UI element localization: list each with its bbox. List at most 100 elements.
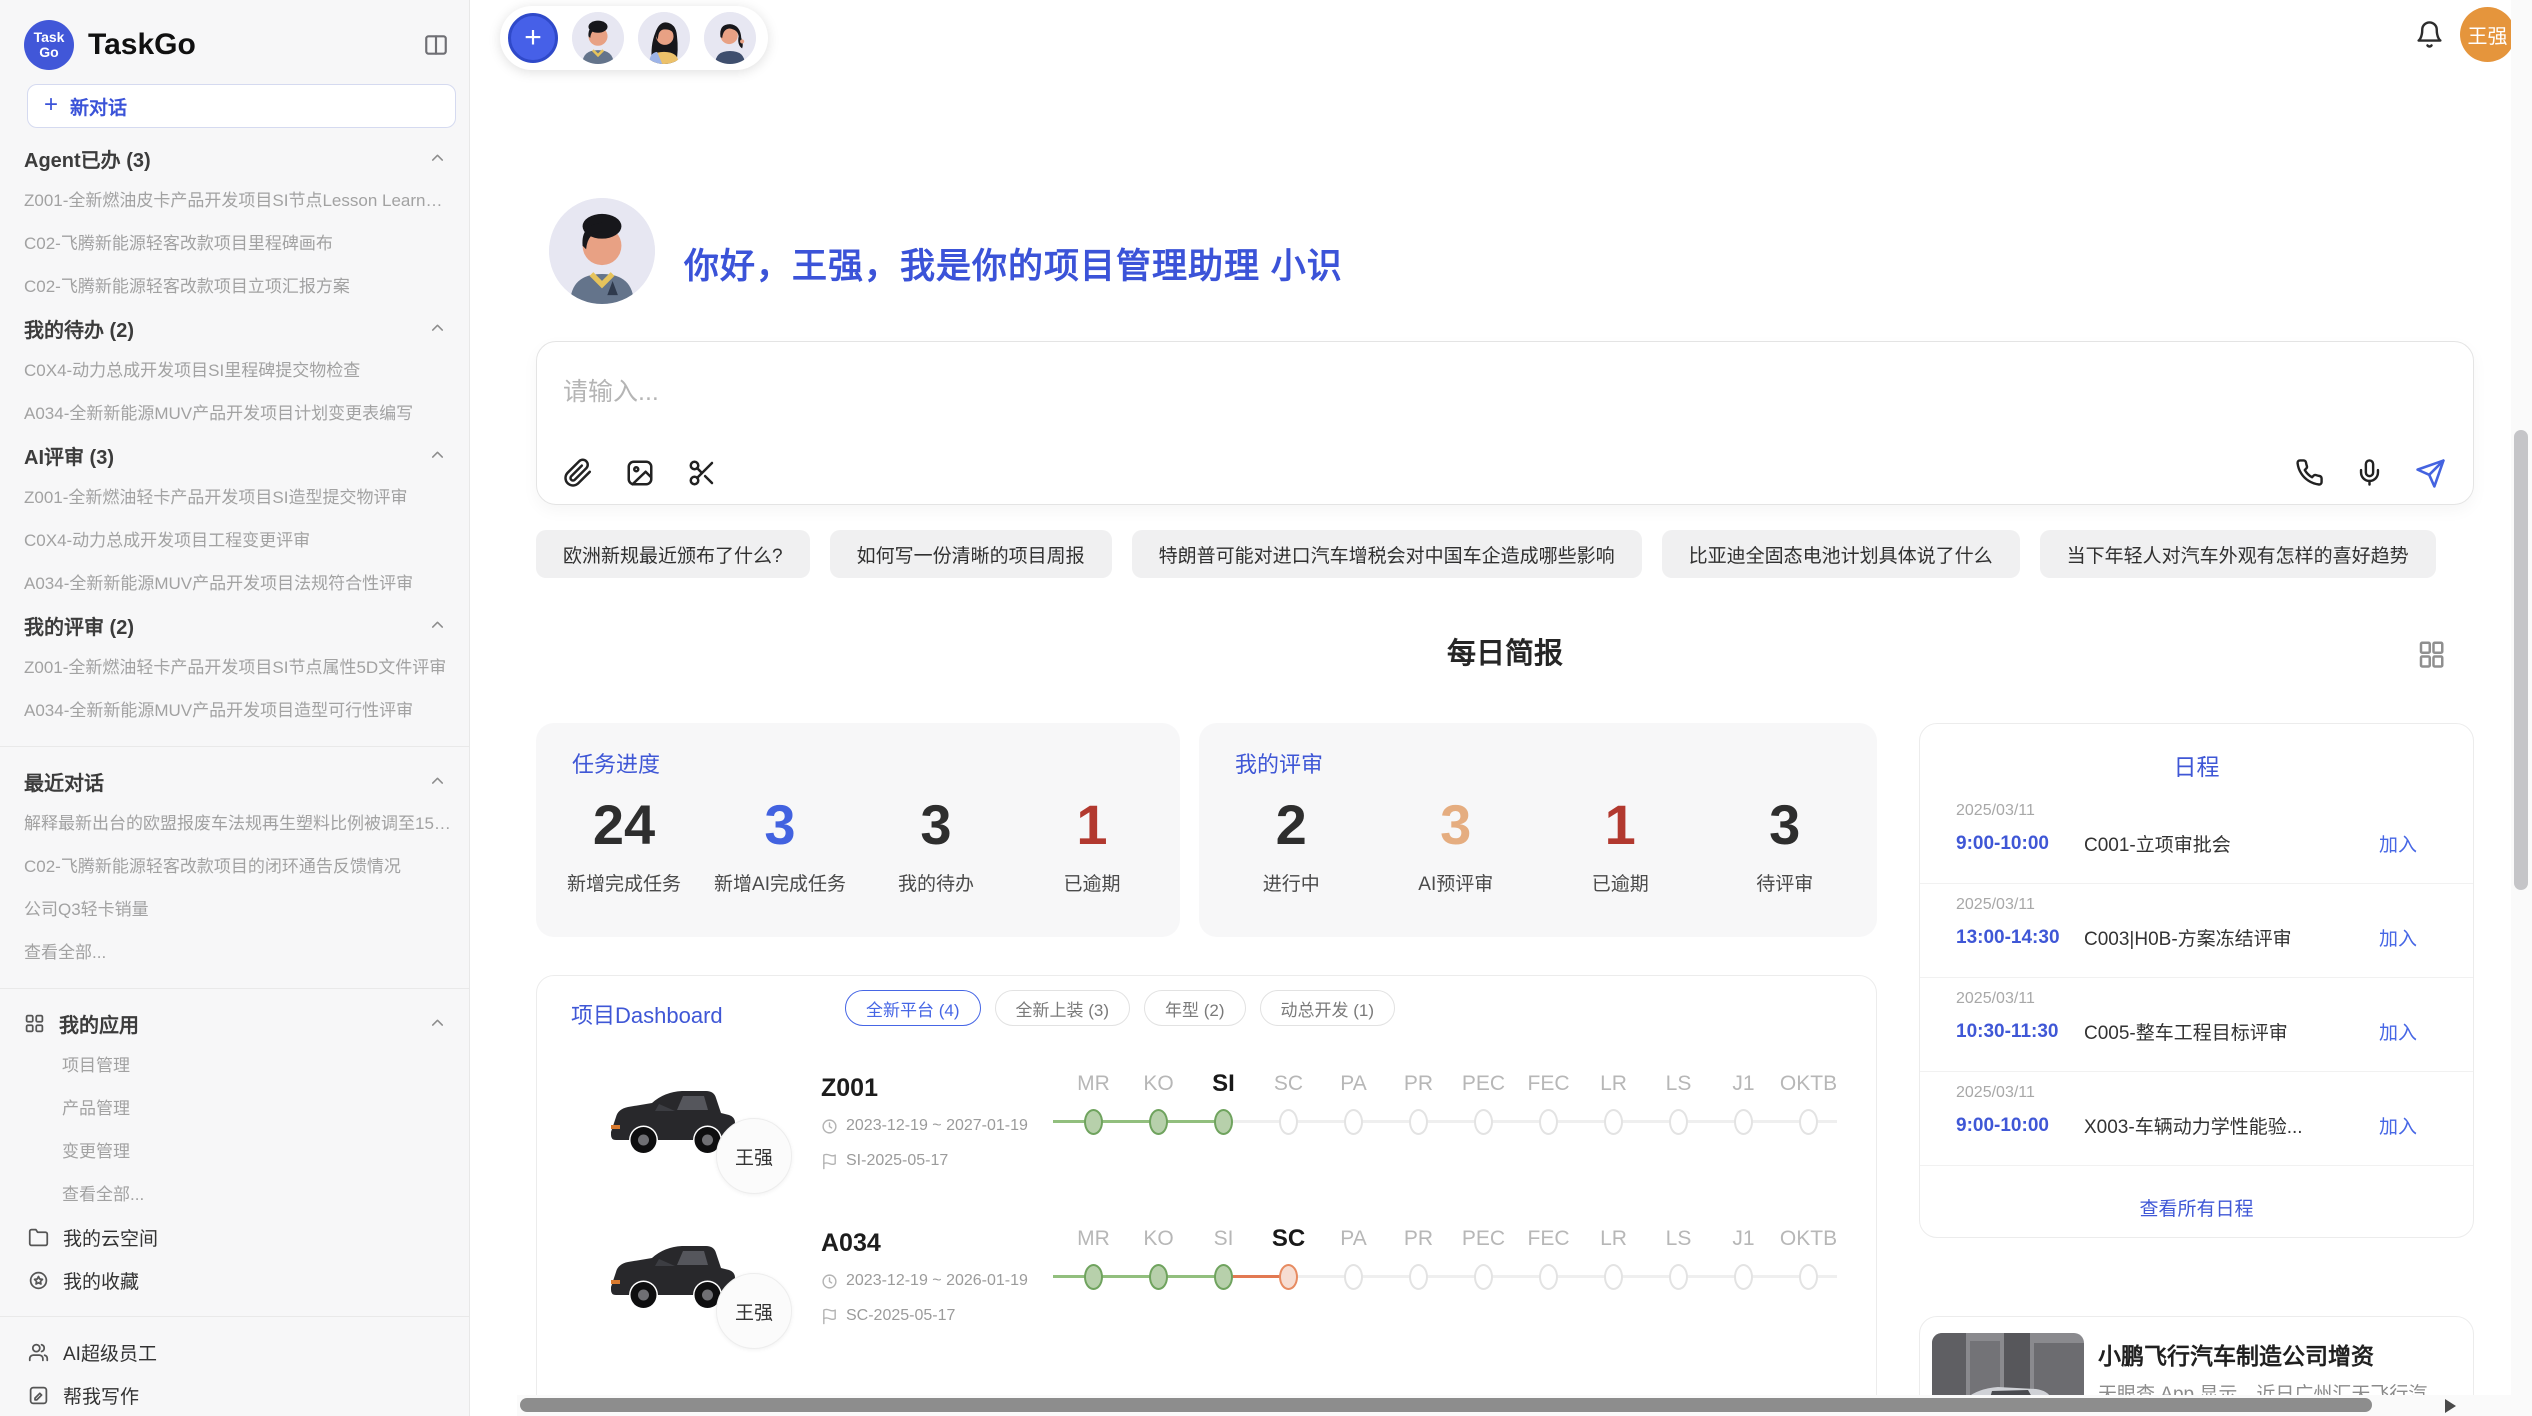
join-link[interactable]: 加入 (2379, 830, 2417, 857)
milestone-node[interactable] (1409, 1264, 1428, 1290)
group-my-review[interactable]: 我的评审 (2) (0, 605, 469, 646)
send-icon[interactable] (2415, 458, 2445, 488)
milestone-node[interactable] (1409, 1109, 1428, 1135)
sidebar-task-item[interactable]: A034-全新新能源MUV产品开发项目造型可行性评审 (0, 689, 469, 732)
folder-icon (28, 1227, 49, 1248)
milestone-node[interactable] (1474, 1109, 1493, 1135)
group-recent-chats[interactable]: 最近对话 (0, 761, 469, 802)
scroll-right-arrow[interactable] (2445, 1399, 2456, 1413)
sidebar-task-item[interactable]: A034-全新新能源MUV产品开发项目计划变更表编写 (0, 392, 469, 435)
agent-avatar[interactable] (572, 12, 624, 64)
agent-avatar[interactable] (704, 12, 756, 64)
sidebar-task-item[interactable]: C0X4-动力总成开发项目SI里程碑提交物检查 (0, 349, 469, 392)
milestone-label-current: SC (1256, 1221, 1321, 1257)
horizontal-scrollbar[interactable] (517, 1395, 2532, 1416)
suggestion-chip[interactable]: 特朗普可能对进口汽车增税会对中国车企造成哪些影响 (1132, 530, 1642, 578)
sidebar-item-cloud-space[interactable]: 我的云空间 (0, 1216, 469, 1259)
sidebar-item-favorites[interactable]: 我的收藏 (0, 1259, 469, 1302)
milestone-node-done[interactable] (1149, 1264, 1168, 1290)
milestone-node[interactable] (1734, 1109, 1753, 1135)
project-row[interactable]: 王强 A034 2023-12-19 ~ 2026-01-19 SC-2025-… (537, 1217, 1876, 1372)
mic-icon[interactable] (2355, 458, 2385, 488)
scissors-icon[interactable] (687, 458, 717, 488)
milestone-node-done[interactable] (1149, 1109, 1168, 1135)
filter-chip[interactable]: 动总开发 (1) (1260, 990, 1396, 1026)
filter-chip-active[interactable]: 全新平台 (4) (845, 990, 981, 1026)
app-link-product-mgmt[interactable]: 产品管理 (0, 1087, 469, 1130)
user-avatar[interactable]: 王强 (2460, 7, 2515, 62)
milestone-node-overdue[interactable] (1279, 1264, 1298, 1290)
suggestion-chip[interactable]: 如何写一份清晰的项目周报 (830, 530, 1112, 578)
project-code: A034 (821, 1229, 881, 1258)
filter-chip[interactable]: 全新上装 (3) (995, 990, 1131, 1026)
layout-grid-icon[interactable] (2416, 639, 2446, 669)
view-all-schedule-link[interactable]: 查看所有日程 (1920, 1194, 2473, 1221)
milestone-node[interactable] (1344, 1109, 1363, 1135)
vertical-scrollbar-thumb[interactable] (2514, 430, 2528, 890)
apps-grid-icon (24, 1013, 45, 1034)
sidebar-task-item[interactable]: Z001-全新燃油皮卡产品开发项目SI节点Lesson Learn报告 (0, 179, 469, 222)
paperclip-icon[interactable] (563, 458, 593, 488)
suggestion-chip[interactable]: 欧洲新规最近颁布了什么? (536, 530, 810, 578)
milestone-node[interactable] (1539, 1264, 1558, 1290)
flag-icon (821, 1308, 838, 1325)
add-agent-button[interactable]: + (508, 13, 558, 63)
chevron-up-icon (428, 149, 447, 168)
filter-chip[interactable]: 年型 (2) (1144, 990, 1246, 1026)
milestone-node[interactable] (1279, 1109, 1298, 1135)
milestone-node[interactable] (1604, 1109, 1623, 1135)
card-title: 我的评审 (1235, 747, 1323, 779)
group-agent-done[interactable]: Agent已办 (3) (0, 138, 469, 179)
chat-input[interactable] (563, 378, 1763, 407)
milestone-node[interactable] (1799, 1264, 1818, 1290)
group-my-todo[interactable]: 我的待办 (2) (0, 308, 469, 349)
milestone-node[interactable] (1799, 1109, 1818, 1135)
join-link[interactable]: 加入 (2379, 1018, 2417, 1045)
suggestion-chip[interactable]: 当下年轻人对汽车外观有怎样的喜好趋势 (2040, 530, 2436, 578)
sidebar-item-help-write[interactable]: 帮我写作 (0, 1374, 469, 1416)
milestone-node-done[interactable] (1084, 1109, 1103, 1135)
view-all-apps-link[interactable]: 查看全部... (0, 1173, 469, 1216)
group-ai-review[interactable]: AI评审 (3) (0, 435, 469, 476)
milestone-node[interactable] (1344, 1264, 1363, 1290)
phone-icon[interactable] (2295, 458, 2325, 488)
suggestion-chip[interactable]: 比亚迪全固态电池计划具体说了什么 (1662, 530, 2020, 578)
new-chat-button[interactable]: + 新对话 (27, 84, 456, 128)
milestone-node[interactable] (1604, 1264, 1623, 1290)
sidebar-task-item[interactable]: C0X4-动力总成开发项目工程变更评审 (0, 519, 469, 562)
join-link[interactable]: 加入 (2379, 1112, 2417, 1139)
milestone-node-done[interactable] (1084, 1264, 1103, 1290)
recent-chat-item[interactable]: 公司Q3轻卡销量 (0, 888, 469, 931)
join-link[interactable]: 加入 (2379, 924, 2417, 951)
sidebar-collapse-icon[interactable] (423, 32, 449, 58)
sidebar-task-item[interactable]: Z001-全新燃油轻卡产品开发项目SI造型提交物评审 (0, 476, 469, 519)
sidebar-task-item[interactable]: C02-飞腾新能源轻客改款项目里程碑画布 (0, 222, 469, 265)
milestone-node[interactable] (1539, 1109, 1558, 1135)
milestone-node[interactable] (1734, 1264, 1753, 1290)
vertical-scrollbar[interactable] (2511, 0, 2532, 1416)
agent-avatar[interactable] (638, 12, 690, 64)
view-all-chats-link[interactable]: 查看全部... (0, 931, 469, 974)
recent-chat-item[interactable]: 解释最新出台的欧盟报废车法规再生塑料比例被调至15%... (0, 802, 469, 845)
milestone-label: OKTB (1776, 1066, 1841, 1102)
horizontal-scrollbar-thumb[interactable] (520, 1398, 2372, 1412)
milestone-node-done[interactable] (1214, 1264, 1233, 1290)
sidebar-task-item[interactable]: A034-全新新能源MUV产品开发项目法规符合性评审 (0, 562, 469, 605)
schedule-event: 2025/03/11 9:00-10:00 C001-立项审批会 加入 (1920, 790, 2473, 884)
app-link-project-mgmt[interactable]: 项目管理 (0, 1044, 469, 1087)
sidebar-task-item[interactable]: C02-飞腾新能源轻客改款项目立项汇报方案 (0, 265, 469, 308)
recent-chat-item[interactable]: C02-飞腾新能源轻客改款项目的闭环通告反馈情况 (0, 845, 469, 888)
image-icon[interactable] (625, 458, 655, 488)
project-row[interactable]: 王强 Z001 2023-12-19 ~ 2027-01-19 SI-2025-… (537, 1062, 1876, 1217)
group-my-apps[interactable]: 我的应用 (0, 1003, 469, 1044)
metric: 3 我的待办 (858, 795, 1014, 921)
milestone-node-done[interactable] (1214, 1109, 1233, 1135)
milestone-track: MR KO SI SC PA PR PEC FEC LR LS J1 OKTB (1061, 1066, 1841, 1142)
app-link-change-mgmt[interactable]: 变更管理 (0, 1130, 469, 1173)
notification-bell-icon[interactable] (2415, 20, 2444, 49)
sidebar-item-ai-employee[interactable]: AI超级员工 (0, 1331, 469, 1374)
milestone-node[interactable] (1474, 1264, 1493, 1290)
milestone-node[interactable] (1669, 1264, 1688, 1290)
sidebar-task-item[interactable]: Z001-全新燃油轻卡产品开发项目SI节点属性5D文件评审 (0, 646, 469, 689)
milestone-node[interactable] (1669, 1109, 1688, 1135)
